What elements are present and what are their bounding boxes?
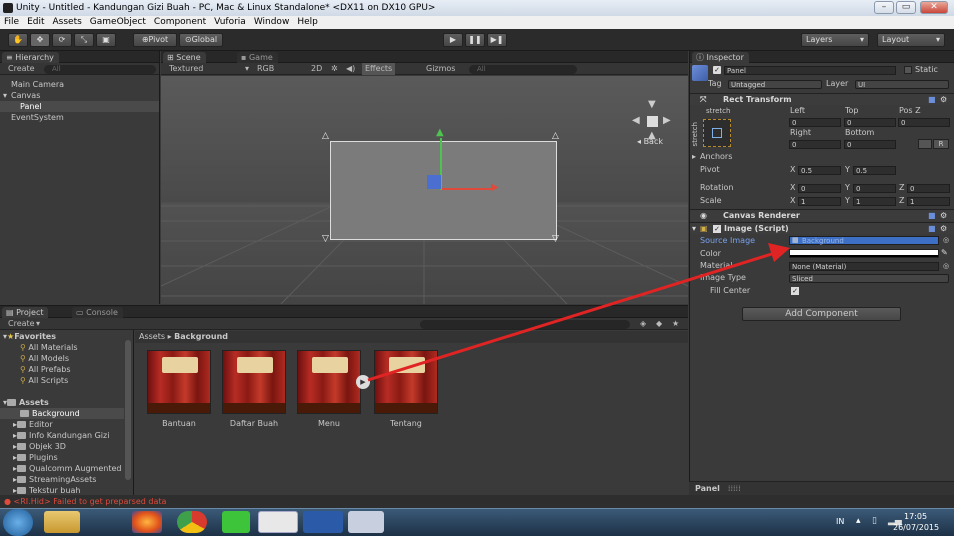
battery-icon[interactable]: ▯ (872, 516, 877, 526)
paint-icon[interactable] (348, 511, 384, 533)
start-button[interactable] (3, 509, 33, 536)
explorer-icon[interactable] (44, 511, 80, 533)
line-icon[interactable] (222, 511, 250, 533)
chevron-up-icon[interactable]: ▴ (856, 516, 861, 526)
language-indicator[interactable]: IN (836, 517, 844, 526)
unity-taskbar-icon[interactable] (258, 511, 298, 533)
clock-date[interactable]: 26/07/2015 (893, 523, 939, 532)
clock-time[interactable]: 17:05 (904, 512, 927, 521)
firefox-icon[interactable] (132, 511, 162, 533)
chrome-icon[interactable] (177, 511, 207, 533)
annotation-arrow (367, 243, 790, 382)
word-icon[interactable] (303, 511, 343, 533)
